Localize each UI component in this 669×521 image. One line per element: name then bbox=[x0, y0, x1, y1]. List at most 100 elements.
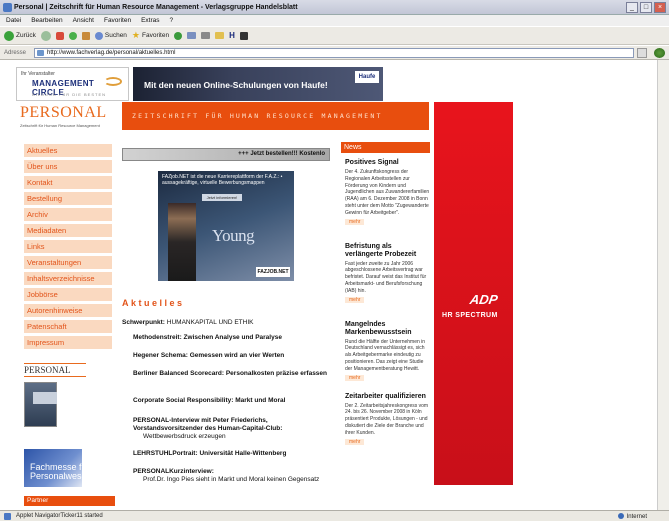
article-link[interactable]: PERSONALKurzinterview: Prof.Dr. Ingo Pies… bbox=[133, 468, 333, 484]
menu-ansicht[interactable]: Ansicht bbox=[73, 17, 94, 24]
print-button[interactable] bbox=[201, 32, 211, 39]
haufe-banner[interactable]: Mit den neuen Online-Schulungen von Hauf… bbox=[133, 67, 383, 101]
haufe-banner-text: Mit den neuen Online-Schulungen von Hauf… bbox=[144, 80, 328, 90]
address-label: Adresse bbox=[4, 49, 27, 56]
tagline: ZEITSCHRIFT FÜR HUMAN RESOURCE MANAGEMEN… bbox=[132, 112, 383, 120]
page-viewport: Ihr Veranstalter MANAGEMENT CIRCLE BILDU… bbox=[0, 60, 669, 510]
mail-button[interactable] bbox=[187, 32, 197, 39]
vertical-scrollbar[interactable] bbox=[657, 60, 669, 510]
mc-logo-slogan: BILDUNG FÜR DIE BESTEN bbox=[32, 92, 107, 97]
browser-window: Personal | Zeitschrift für Human Resourc… bbox=[0, 0, 669, 521]
article-link[interactable]: PERSONAL-Interview mit Peter Friederichs… bbox=[133, 417, 333, 441]
nav-item-aktuelles[interactable]: Aktuelles bbox=[24, 144, 112, 157]
news-item: Positives Signal Der 4. Zukunftskongress… bbox=[341, 159, 430, 225]
mail-icon bbox=[187, 32, 197, 39]
tagline-band: ZEITSCHRIFT FÜR HUMAN RESOURCE MANAGEMEN… bbox=[122, 102, 429, 130]
folder-button[interactable] bbox=[215, 32, 225, 39]
ad-text: FAZjob.NET ist die neue Karriereplattfor… bbox=[162, 174, 283, 186]
management-circle-logo[interactable]: Ihr Veranstalter MANAGEMENT CIRCLE BILDU… bbox=[16, 67, 129, 101]
article-link[interactable]: Methodenstreit: Zwischen Analyse und Par… bbox=[133, 334, 333, 342]
favorites-button[interactable]: ★ Favoriten bbox=[132, 30, 169, 41]
article-link[interactable]: Corporate Social Responsibility: Markt u… bbox=[133, 397, 333, 405]
tool-button[interactable] bbox=[239, 31, 248, 40]
nav-item-autorenhinweise[interactable]: Autorenhinweise bbox=[24, 304, 112, 317]
nav-item-patenschaft[interactable]: Patenschaft bbox=[24, 320, 112, 333]
address-input[interactable]: http://www.fachverlag.de/personal/aktuel… bbox=[34, 48, 634, 58]
history-button[interactable] bbox=[174, 31, 183, 40]
status-text: Applet NavigatorTicker11 started bbox=[16, 513, 103, 519]
news-more-link[interactable]: mehr bbox=[345, 296, 365, 303]
side-personal-logo[interactable]: PERSONAL bbox=[24, 363, 86, 377]
ad-button[interactable]: Jetzt informieren! bbox=[202, 194, 242, 201]
menu-favoriten[interactable]: Favoriten bbox=[104, 17, 131, 24]
nav-item-bestellung[interactable]: Bestellung bbox=[24, 192, 112, 205]
news-more-link[interactable]: mehr bbox=[345, 218, 365, 225]
tool-icon bbox=[239, 31, 248, 40]
schwerpunkt-line: Schwerpunkt: HUMANKAPITAL UND ETHIK bbox=[122, 319, 253, 326]
nav-item-impressum[interactable]: Impressum bbox=[24, 336, 112, 349]
news-column: News Positives Signal Der 4. Zukunftskon… bbox=[341, 142, 430, 510]
nav-item-mediadaten[interactable]: Mediadaten bbox=[24, 224, 112, 237]
news-body: Der 4. Zukunftskongress der Regionalen A… bbox=[345, 169, 430, 216]
left-navigation: Aktuelles Über uns Kontakt Bestellung Ar… bbox=[24, 144, 112, 352]
news-item: Zeitarbeiter qualifizieren Der 2. Zeitar… bbox=[341, 393, 430, 445]
home-button[interactable] bbox=[81, 31, 90, 40]
folder-icon bbox=[215, 32, 225, 39]
maximize-button[interactable]: □ bbox=[640, 2, 652, 13]
partner-link[interactable]: Partner bbox=[24, 496, 115, 506]
article-teaser: Prof.Dr. Ingo Pies sieht in Markt und Mo… bbox=[143, 476, 320, 483]
h-logo-icon: H bbox=[229, 31, 235, 40]
address-dropdown-button[interactable] bbox=[637, 48, 647, 58]
adp-hr-spectrum-ad[interactable]: ADP HR SPECTRUM bbox=[434, 102, 513, 485]
article-link[interactable]: LEHRSTUHLPortrait: Universität Halle-Wit… bbox=[133, 450, 333, 458]
article-title: Corporate Social Responsibility: Markt u… bbox=[133, 397, 286, 404]
internet-zone-indicator: Internet bbox=[618, 513, 647, 520]
mc-logo-caption: Ihr Veranstalter bbox=[21, 71, 55, 77]
nav-item-archiv[interactable]: Archiv bbox=[24, 208, 112, 221]
forward-button[interactable] bbox=[40, 30, 51, 41]
menu-datei[interactable]: Datei bbox=[6, 17, 21, 24]
fazjob-ad[interactable]: FAZjob.NET ist die neue Karriereplattfor… bbox=[158, 171, 294, 281]
search-button[interactable]: Suchen bbox=[94, 31, 127, 40]
brand-subtitle: Zeitschrift für Human Resource Managemen… bbox=[20, 123, 100, 128]
star-icon: ★ bbox=[131, 30, 140, 40]
ad-headline: Young bbox=[212, 226, 255, 245]
schwerpunkt-label: Schwerpunkt: bbox=[122, 319, 165, 326]
search-icon bbox=[94, 31, 103, 40]
menu-bearbeiten[interactable]: Bearbeiten bbox=[31, 17, 62, 24]
go-icon[interactable] bbox=[654, 48, 665, 58]
close-button[interactable]: × bbox=[654, 2, 666, 13]
magazine-cover-image[interactable] bbox=[24, 382, 57, 427]
nav-item-inhaltsverzeichnisse[interactable]: Inhaltsverzeichnisse bbox=[24, 272, 112, 285]
news-headline[interactable]: Mangelndes Markenbewusstsein bbox=[345, 321, 430, 337]
news-headline[interactable]: Befristung als verlängerte Probezeit bbox=[345, 243, 430, 259]
stop-button[interactable] bbox=[55, 31, 64, 40]
personal-logo[interactable]: PERSONAL Zeitschrift für Human Resource … bbox=[20, 104, 107, 130]
article-title: Berliner Balanced Scorecard: Personalkos… bbox=[133, 370, 328, 377]
minimize-button[interactable]: _ bbox=[626, 2, 638, 13]
news-headline[interactable]: Zeitarbeiter qualifizieren bbox=[345, 393, 430, 401]
menu-help[interactable]: ? bbox=[170, 17, 174, 24]
ad-person-image bbox=[168, 203, 196, 281]
article-link[interactable]: Berliner Balanced Scorecard: Personalkos… bbox=[133, 370, 333, 378]
order-ticker[interactable]: +++ Jetzt bestellen!!! Kostenlo bbox=[122, 148, 330, 161]
article-link[interactable]: Hegener Schema: Gemessen wird an vier We… bbox=[133, 352, 333, 360]
forward-arrow-icon bbox=[40, 30, 51, 41]
refresh-button[interactable] bbox=[68, 31, 77, 40]
news-more-link[interactable]: mehr bbox=[345, 374, 365, 381]
brand-name: PERSONAL bbox=[20, 104, 107, 121]
nav-item-links[interactable]: Links bbox=[24, 240, 112, 253]
nav-item-veranstaltungen[interactable]: Veranstaltungen bbox=[24, 256, 112, 269]
swirl-icon bbox=[104, 77, 122, 86]
adp-logo: ADP bbox=[468, 292, 499, 307]
menu-extras[interactable]: Extras bbox=[141, 17, 159, 24]
nav-item-jobboerse[interactable]: Jobbörse bbox=[24, 288, 112, 301]
nav-item-kontakt[interactable]: Kontakt bbox=[24, 176, 112, 189]
back-button[interactable]: Zurück bbox=[4, 30, 36, 41]
news-headline[interactable]: Positives Signal bbox=[345, 159, 430, 167]
h-button[interactable]: H bbox=[229, 31, 235, 40]
fachmesse-banner[interactable]: Fachmesse für Personalwesen bbox=[24, 449, 92, 487]
status-ie-icon bbox=[4, 513, 11, 520]
nav-item-ueber-uns[interactable]: Über uns bbox=[24, 160, 112, 173]
news-more-link[interactable]: mehr bbox=[345, 438, 365, 445]
